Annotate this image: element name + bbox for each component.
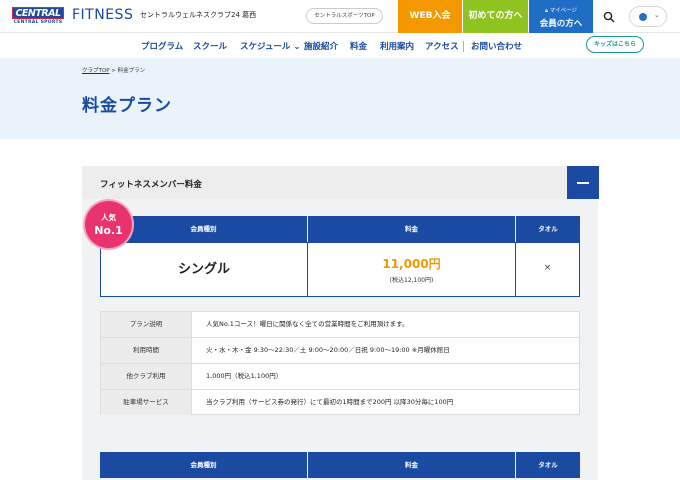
towel-value: ×: [543, 263, 552, 273]
nav-school[interactable]: スクール: [193, 40, 227, 52]
nav-divider: [463, 41, 464, 52]
plan-price-tax: (税込12,100円): [389, 277, 434, 284]
member-label: 会員の方へ: [539, 19, 583, 29]
nav-guide[interactable]: 利用案内: [380, 40, 414, 52]
detail-value: 当クラブ利用（サービス券の発行）にて最初の1時間まで200円 以降30分毎に10…: [206, 398, 454, 406]
chevron-down-icon: ⌄: [654, 11, 660, 19]
table2-header-towel: タオル: [516, 452, 580, 478]
global-nav: プログラム スクール スケジュール ⌄ 施設紹介 料金 利用案内 アクセス お問…: [0, 34, 680, 58]
nav-access[interactable]: アクセス: [425, 40, 459, 52]
badge-label: 人気: [101, 213, 116, 222]
table2-header-type: 会員種別: [100, 452, 307, 478]
badge-rank: No.1: [94, 224, 123, 237]
minus-icon: [577, 182, 589, 184]
table-header-price: 料金: [308, 216, 515, 242]
page-title: 料金プラン: [82, 96, 172, 116]
kids-link-button[interactable]: キッズはこちら: [586, 36, 644, 53]
central-sports-logo[interactable]: CENTRAL CENTRAL SPORTS: [12, 7, 64, 27]
member-button[interactable]: 🔒︎ マイページ 会員の方へ: [529, 0, 593, 33]
section-title: フィットネスメンバー料金: [100, 180, 202, 190]
globe-icon: [639, 13, 647, 21]
club-name: セントラルウェルネスクラブ24 葛西: [140, 11, 257, 19]
language-selector[interactable]: ⌄: [629, 6, 667, 27]
breadcrumb-current: 料金プラン: [117, 68, 146, 74]
chevron-down-icon: ⌄: [293, 42, 301, 52]
detail-label: 利用時間: [101, 338, 192, 363]
breadcrumb-home-link[interactable]: クラブTOP: [82, 68, 110, 74]
breadcrumb: クラブTOP > 料金プラン: [82, 66, 145, 74]
plan-detail-table: プラン説明 人気No.1コース！曜日に関係なく全ての営業時間をご利用頂けます。 …: [100, 311, 580, 415]
web-join-button[interactable]: WEB入会: [398, 0, 462, 33]
table2-header-price: 料金: [308, 452, 515, 478]
brand-fitness: FITNESS: [72, 7, 134, 23]
nav-schedule[interactable]: スケジュール ⌄: [240, 40, 301, 52]
table-row: 他クラブ利用 1,000円（税込1,100円）: [101, 363, 579, 389]
collapse-button[interactable]: [567, 166, 599, 199]
detail-label: プラン説明: [101, 312, 192, 337]
table-row: 利用時間 火・水・木・金 9:30〜22:30／土 9:00〜20:00／日祝 …: [101, 337, 579, 363]
nav-contact[interactable]: お問い合わせ: [471, 40, 522, 52]
detail-value: 人気No.1コース！曜日に関係なく全ての営業時間をご利用頂けます。: [206, 320, 409, 328]
site-header: CENTRAL CENTRAL SPORTS FITNESS セントラルウェルネ…: [0, 0, 680, 33]
detail-value: 1,000円（税込1,100円）: [206, 372, 283, 380]
first-time-button[interactable]: 初めての方へ: [463, 0, 528, 33]
detail-value: 火・水・木・金 9:30〜22:30／土 9:00〜20:00／日祝 9:00〜…: [206, 346, 450, 354]
plan-price: 11,000円: [382, 257, 441, 271]
detail-label: 他クラブ利用: [101, 364, 192, 389]
nav-price[interactable]: 料金: [350, 40, 367, 52]
plan-name: シングル: [177, 262, 230, 277]
sports-top-link[interactable]: セントラルスポーツTOP: [306, 8, 383, 24]
table-header-towel: タオル: [516, 216, 580, 242]
breadcrumb-separator: >: [111, 68, 116, 74]
mypage-label: 🔒︎ マイページ: [544, 8, 578, 14]
table-row: 駐車場サービス 当クラブ利用（サービス券の発行）にて最初の1時間まで200円 以…: [101, 389, 579, 415]
plan-name-cell: シングル: [100, 242, 308, 297]
nav-program[interactable]: プログラム: [141, 40, 183, 52]
search-icon[interactable]: [603, 11, 615, 23]
nav-facility[interactable]: 施設紹介: [304, 40, 338, 52]
popular-badge: 人気 No.1: [85, 201, 132, 248]
table-row: プラン説明 人気No.1コース！曜日に関係なく全ての営業時間をご利用頂けます。: [101, 312, 579, 338]
detail-label: 駐車場サービス: [101, 390, 192, 415]
